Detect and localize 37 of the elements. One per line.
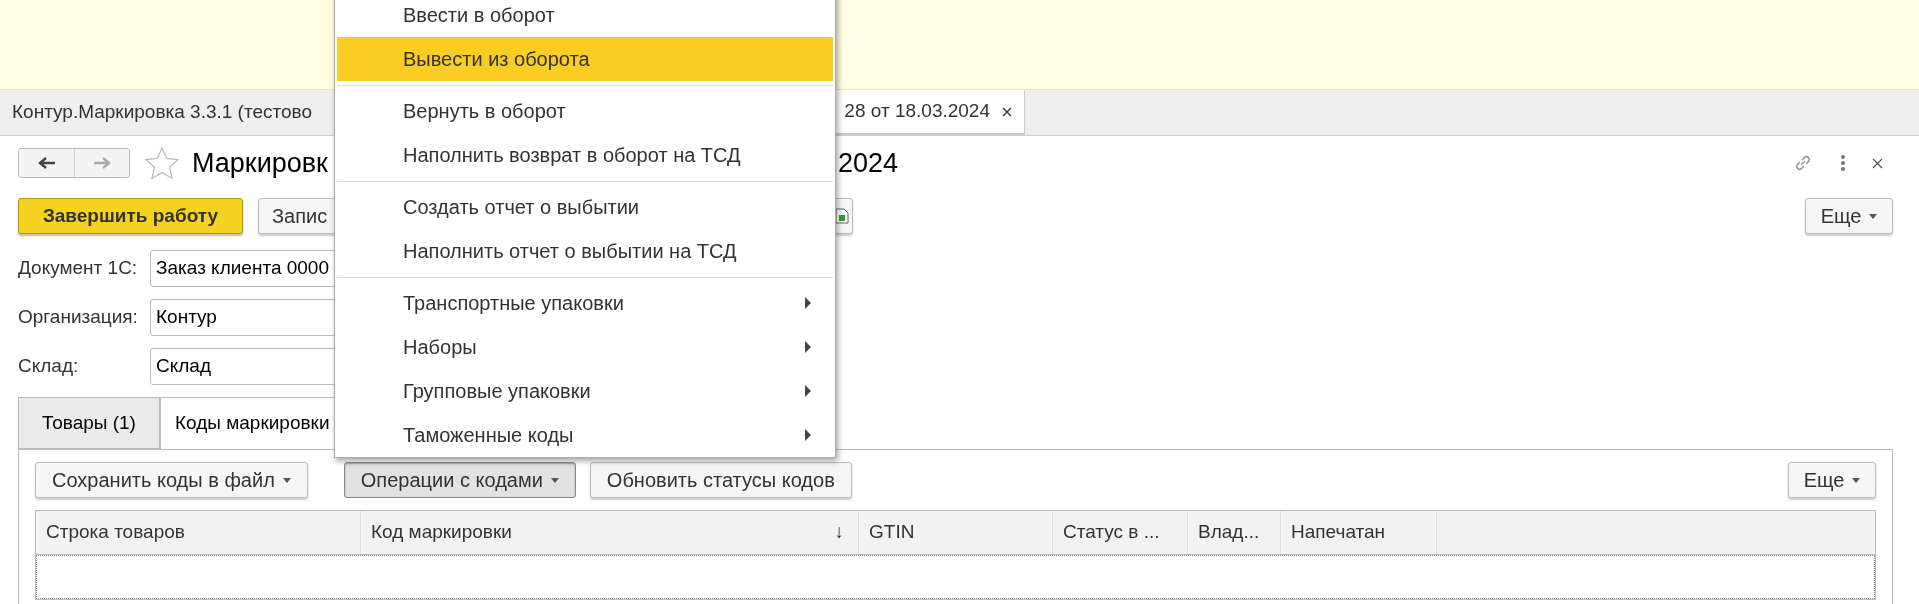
caret-icon (1852, 477, 1861, 483)
column-header[interactable]: Строка товаров (36, 511, 361, 554)
form-title: 2024 (838, 146, 899, 180)
field-label: Организация: (18, 305, 139, 330)
column-header[interactable]: Код маркировки ↓ (361, 511, 859, 554)
toolbar-button[interactable]: Сохранить коды в файл (35, 462, 308, 498)
column-header[interactable]: GTIN (859, 511, 1053, 554)
close-icon[interactable] (1872, 157, 1883, 169)
toolbar-button[interactable]: Обновить статусы кодов (589, 462, 852, 498)
star-icon[interactable] (145, 147, 179, 179)
column-header[interactable]: Влад... (1188, 511, 1281, 554)
tab[interactable]: Контур.Маркировка 3.3.1 (тестово (0, 90, 335, 135)
arrow-right-icon (93, 157, 111, 169)
menu-item[interactable]: Вернуть в оборот (337, 89, 833, 133)
column-header[interactable]: Напечатан (1281, 511, 1437, 554)
table-row[interactable] (36, 555, 1875, 599)
sort-indicator[interactable]: ↓ (834, 518, 848, 547)
field-label: Склад: (18, 354, 80, 379)
more-button[interactable]: Еще (1788, 462, 1876, 498)
form-title: Маркировк (192, 146, 328, 180)
caret-icon (1869, 213, 1878, 219)
menu-item[interactable]: Транспортные упаковки (337, 281, 833, 325)
close-icon[interactable] (1002, 106, 1012, 117)
menu-item[interactable]: Наборы (337, 325, 833, 369)
column-header[interactable]: Статус в ... (1053, 511, 1188, 554)
more-button[interactable]: Еще (1805, 198, 1893, 234)
menu-item[interactable]: Наполнить возврат в оборот на ТСД (337, 133, 833, 177)
menu-item[interactable]: Создать отчет о выбытии (337, 185, 833, 229)
toolbar-button[interactable]: Операции с кодами (343, 462, 576, 498)
tab[interactable]: Товары (1) (18, 397, 160, 449)
menu-item[interactable]: Ввести в оборот (337, 0, 833, 37)
arrow-left-icon (37, 157, 56, 169)
more-icon[interactable] (1840, 154, 1846, 172)
field-label: Документ 1С: (18, 256, 139, 281)
menu-item[interactable]: Наполнить отчет о выбытии на ТСД (337, 229, 833, 273)
finish-button[interactable]: Завершить работу (18, 198, 243, 234)
menu-item[interactable]: Вывести из оборота (337, 37, 833, 81)
